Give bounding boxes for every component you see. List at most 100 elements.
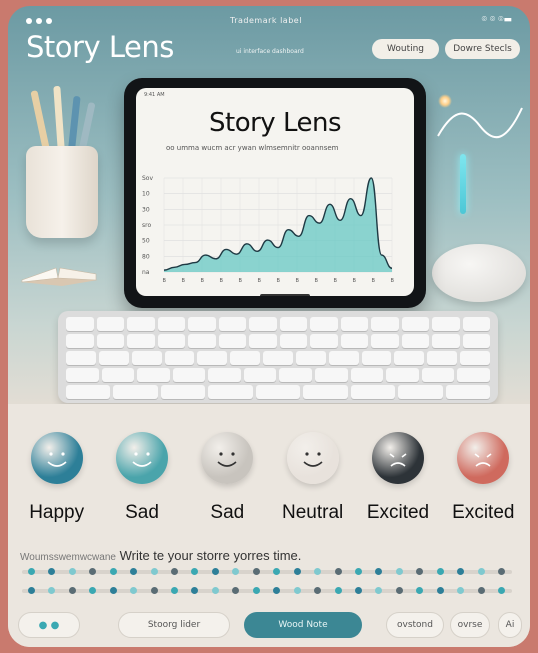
stand-button[interactable]: ovstond xyxy=(386,612,444,638)
timeline-marker[interactable] xyxy=(89,587,97,594)
emotion-option[interactable]: Neutral xyxy=(270,432,355,524)
timeline-marker[interactable] xyxy=(334,587,342,594)
timeline-marker[interactable] xyxy=(232,568,240,575)
timeline-marker[interactable] xyxy=(109,568,117,575)
timeline-marker[interactable] xyxy=(354,587,362,594)
timeline-marker[interactable] xyxy=(252,587,260,594)
timeline-marker[interactable] xyxy=(477,568,485,575)
timeline-marker[interactable] xyxy=(28,568,35,575)
emotion-label: Sad xyxy=(210,502,245,523)
timeline-marker[interactable] xyxy=(89,568,97,575)
timeline-track[interactable] xyxy=(22,587,512,594)
device-button[interactable]: Dowre Stecls xyxy=(445,39,520,59)
timeline-marker[interactable] xyxy=(48,587,56,594)
timeline-marker[interactable] xyxy=(293,587,301,594)
emotion-option[interactable]: Sad xyxy=(185,432,270,524)
key xyxy=(101,368,135,382)
timeline-marker[interactable] xyxy=(293,568,301,575)
key xyxy=(350,368,384,382)
share-button[interactable]: ovrse xyxy=(450,612,490,638)
chart-x-tick: B xyxy=(334,278,338,284)
key xyxy=(172,368,206,382)
timeline-marker[interactable] xyxy=(150,568,158,575)
ai-button[interactable]: Ai xyxy=(498,612,522,638)
timeline-marker[interactable] xyxy=(232,587,240,594)
timeline-marker[interactable] xyxy=(28,587,35,594)
timeline-marker[interactable] xyxy=(334,568,342,575)
timeline-marker[interactable] xyxy=(436,568,444,575)
timeline-marker[interactable] xyxy=(416,587,424,594)
key xyxy=(279,368,313,382)
key xyxy=(66,317,94,331)
key xyxy=(164,351,195,365)
story-slider-button[interactable]: Stoorg lider xyxy=(118,612,230,638)
story-prompt[interactable]: Woumsswemwcwane Write te your storre yor… xyxy=(20,548,301,563)
key xyxy=(113,385,158,399)
timeline-marker[interactable] xyxy=(48,568,56,575)
emotion-option[interactable]: Happy xyxy=(14,432,99,524)
timeline-marker[interactable] xyxy=(375,587,383,594)
emotion-option[interactable]: Sad xyxy=(99,432,184,524)
chart-x-tick: B xyxy=(391,278,395,284)
chart-x-tick: B xyxy=(239,278,243,284)
left-toggle-button[interactable]: ● ● xyxy=(18,612,80,638)
chart-y-tick: 10 xyxy=(142,191,150,198)
key xyxy=(462,317,490,331)
status-icons: ⌾ ⌾ ⌾▬ xyxy=(481,15,512,25)
key xyxy=(361,351,392,365)
tablet: 9:41 AM Story Lens oo umma wucm acr ywan… xyxy=(124,78,426,308)
timeline-marker[interactable] xyxy=(191,587,199,594)
timeline-marker[interactable] xyxy=(395,587,403,594)
glow-line xyxy=(460,154,466,214)
keyboard-row xyxy=(66,385,490,399)
tablet-screen: 9:41 AM Story Lens oo umma wucm acr ywan… xyxy=(136,88,414,296)
emotion-option[interactable]: Excited xyxy=(355,432,440,524)
timeline-marker[interactable] xyxy=(252,568,260,575)
timeline-marker[interactable] xyxy=(171,568,179,575)
timeline-track[interactable] xyxy=(22,568,512,575)
timeline-marker[interactable] xyxy=(130,587,138,594)
key xyxy=(371,334,399,348)
chart-y-tick: na xyxy=(142,269,150,276)
book-icon xyxy=(20,267,98,286)
timeline-marker[interactable] xyxy=(109,587,117,594)
timeline-marker[interactable] xyxy=(68,587,76,594)
timeline-marker[interactable] xyxy=(457,568,465,575)
prompt-text: Write te your storre yorres time. xyxy=(119,548,302,563)
key xyxy=(208,385,253,399)
key xyxy=(230,351,261,365)
timeline-marker[interactable] xyxy=(314,587,322,594)
timeline-marker[interactable] xyxy=(171,587,179,594)
timeline-marker[interactable] xyxy=(395,568,403,575)
key xyxy=(255,385,301,399)
timeline-marker[interactable] xyxy=(498,568,505,575)
timeline-marker[interactable] xyxy=(354,568,362,575)
timeline-marker[interactable] xyxy=(416,568,424,575)
emotion-label: Neutral xyxy=(282,502,344,523)
writing-button[interactable]: Wouting xyxy=(372,39,439,59)
timeline-marker[interactable] xyxy=(191,568,199,575)
timeline-marker[interactable] xyxy=(150,587,158,594)
timeline-marker[interactable] xyxy=(477,587,485,594)
timeline-marker[interactable] xyxy=(211,568,219,575)
timeline-marker[interactable] xyxy=(273,568,281,575)
timeline-marker[interactable] xyxy=(498,587,505,594)
key xyxy=(350,385,396,399)
chart-x-tick: B xyxy=(353,278,357,284)
app-window: Trademark label ⌾ ⌾ ⌾▬ Story Lens ui int… xyxy=(8,6,530,647)
timeline-marker[interactable] xyxy=(375,568,383,575)
timeline-marker[interactable] xyxy=(68,568,76,575)
timeline-marker[interactable] xyxy=(130,568,138,575)
chart-x-tick: B xyxy=(182,278,186,284)
emotion-option[interactable]: Excited xyxy=(441,432,526,524)
key xyxy=(137,368,170,382)
word-note-button[interactable]: Wood Note xyxy=(244,612,362,638)
timeline-marker[interactable] xyxy=(273,587,281,594)
timeline-marker[interactable] xyxy=(436,587,444,594)
wave-icon xyxy=(437,107,523,139)
timeline-marker[interactable] xyxy=(211,587,219,594)
top-status-bar: Trademark label ⌾ ⌾ ⌾▬ xyxy=(8,14,530,30)
timeline-marker[interactable] xyxy=(314,568,322,575)
timeline-marker[interactable] xyxy=(457,587,465,594)
key xyxy=(432,334,460,348)
